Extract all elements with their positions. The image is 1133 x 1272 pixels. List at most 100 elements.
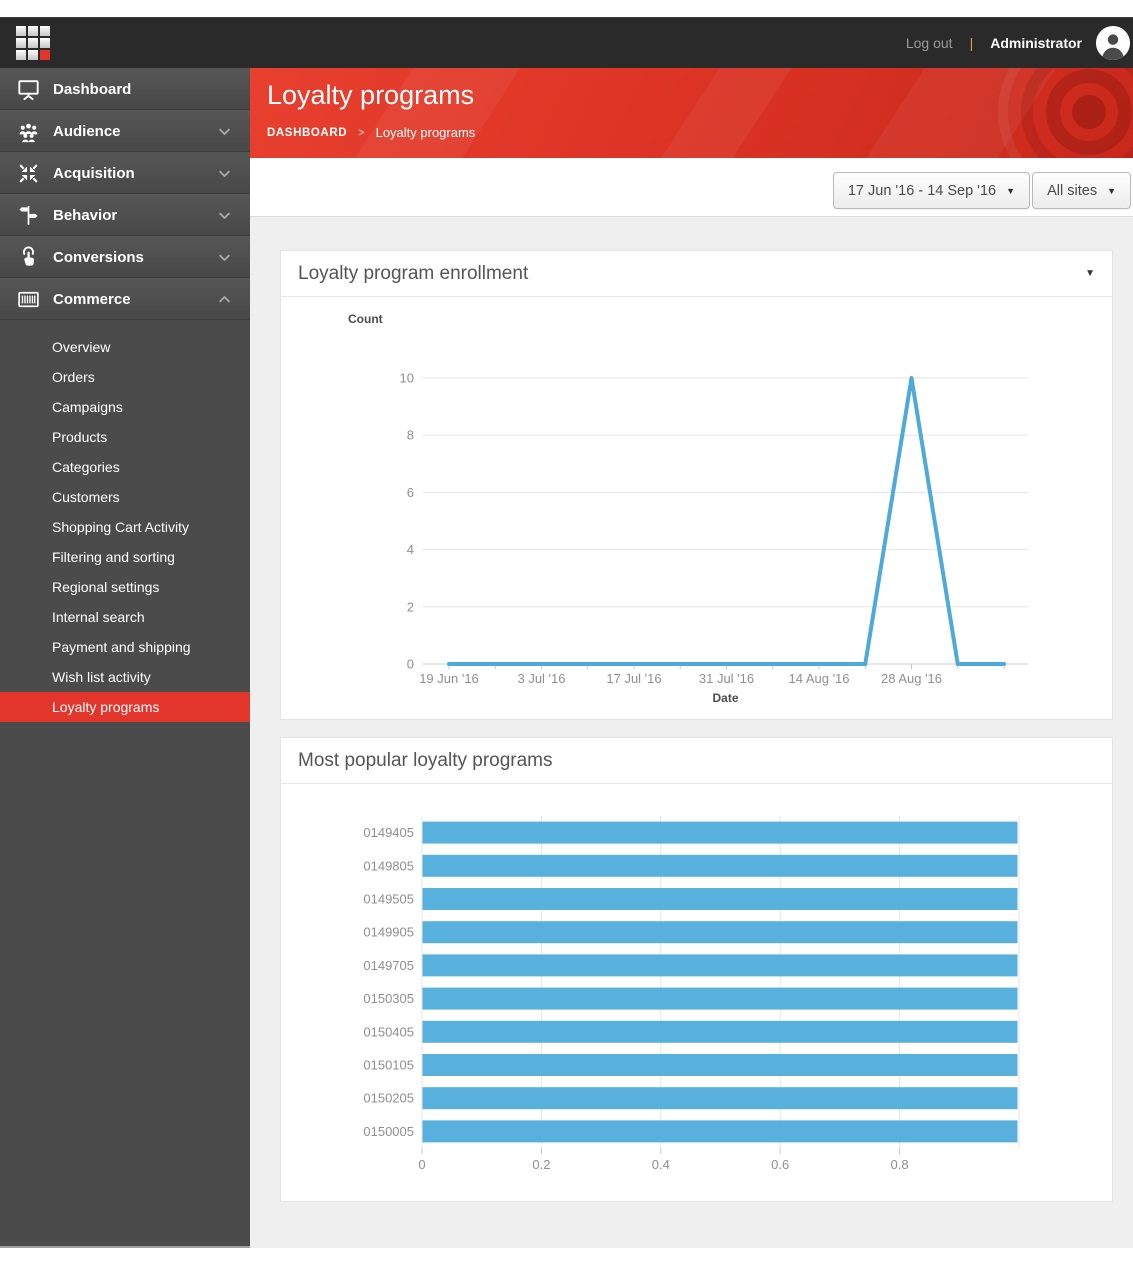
- svg-text:0149705: 0149705: [363, 958, 414, 973]
- sidebar-subitem-internal-search[interactable]: Internal search: [0, 602, 250, 632]
- logout-link[interactable]: Log out: [906, 35, 953, 51]
- sidebar-item-label: Audience: [53, 123, 217, 140]
- chevron-down-icon: [217, 166, 232, 181]
- svg-text:19 Jun '16: 19 Jun '16: [419, 671, 479, 686]
- topbar-right: Log out | Administrator: [906, 26, 1133, 60]
- svg-text:14 Aug '16: 14 Aug '16: [788, 671, 849, 686]
- svg-text:0150105: 0150105: [363, 1058, 414, 1073]
- page-header: Loyalty programs DASHBOARD > Loyalty pro…: [250, 68, 1133, 158]
- sidebar-subitem-customers[interactable]: Customers: [0, 482, 250, 512]
- sidebar-item-conversions[interactable]: Conversions: [0, 236, 250, 278]
- sidebar-item-acquisition[interactable]: Acquisition: [0, 152, 250, 194]
- svg-text:4: 4: [407, 542, 414, 557]
- sidebar-subitem-orders[interactable]: Orders: [0, 362, 250, 392]
- header-streak: [598, 68, 823, 158]
- svg-text:3 Jul '16: 3 Jul '16: [517, 671, 565, 686]
- breadcrumb-current: Loyalty programs: [376, 125, 476, 140]
- sidebar-item-label: Behavior: [53, 207, 217, 224]
- audience-icon: [15, 118, 41, 144]
- svg-text:0149905: 0149905: [363, 925, 414, 940]
- svg-text:0149405: 0149405: [363, 825, 414, 840]
- conversions-icon: [15, 244, 41, 270]
- svg-text:0150305: 0150305: [363, 991, 414, 1006]
- topbar-separator: |: [970, 35, 974, 51]
- breadcrumb-dashboard-link[interactable]: DASHBOARD: [267, 127, 347, 139]
- panel-collapse-icon[interactable]: ▼: [1085, 268, 1095, 279]
- enrollment-panel-title: Loyalty program enrollment: [298, 263, 528, 285]
- commerce-submenu: OverviewOrdersCampaignsProductsCategorie…: [0, 320, 250, 722]
- sidebar-subitem-campaigns[interactable]: Campaigns: [0, 392, 250, 422]
- enrollment-line-chart: 0 2 4 6 8 10 19 Jun '16 3 Jul '16 17 Jul '16 31 J…: [281, 297, 1112, 719]
- breadcrumb-separator: >: [358, 127, 364, 139]
- app-menu-icon[interactable]: [16, 26, 50, 60]
- svg-text:2: 2: [407, 599, 414, 614]
- svg-text:0.6: 0.6: [771, 1157, 789, 1172]
- svg-text:0.8: 0.8: [891, 1157, 909, 1172]
- sidebar-item-commerce[interactable]: Commerce: [0, 278, 250, 320]
- chevron-down-icon: [217, 124, 232, 139]
- popular-programs-panel: Most popular loyalty programs 0 0.2 0.4 0.6…: [280, 737, 1113, 1202]
- page-root: Log out | Administrator Dashboard Audienc…: [0, 0, 1133, 1272]
- acquisition-icon: [15, 160, 41, 186]
- sidebar-subitem-overview[interactable]: Overview: [0, 332, 250, 362]
- date-range-value: 17 Jun '16 - 14 Sep '16: [848, 183, 996, 199]
- popular-programs-panel-header: Most popular loyalty programs: [281, 738, 1112, 784]
- avatar[interactable]: [1096, 26, 1130, 60]
- svg-text:17 Jul '16: 17 Jul '16: [606, 671, 661, 686]
- username-link[interactable]: Administrator: [990, 35, 1082, 51]
- user-icon: [1096, 26, 1130, 60]
- svg-text:28 Aug '16: 28 Aug '16: [881, 671, 942, 686]
- page-title: Loyalty programs: [267, 80, 474, 111]
- sidebar-subitem-wish-list-activity[interactable]: Wish list activity: [0, 662, 250, 692]
- chevron-up-icon: [217, 292, 232, 307]
- main-content: Loyalty program enrollment ▼ 0 2 4 6 8 10 19 J…: [250, 217, 1133, 1248]
- svg-text:0: 0: [407, 657, 414, 672]
- sidebar-item-behavior[interactable]: Behavior: [0, 194, 250, 236]
- breadcrumb: DASHBOARD > Loyalty programs: [267, 125, 475, 140]
- sidebar-subitem-shopping-cart-activity[interactable]: Shopping Cart Activity: [0, 512, 250, 542]
- sidebar-item-label: Commerce: [53, 291, 217, 308]
- chevron-down-icon: ▼: [1107, 186, 1116, 196]
- sidebar-item-audience[interactable]: Audience: [0, 110, 250, 152]
- svg-text:0.4: 0.4: [652, 1157, 670, 1172]
- sidebar: Dashboard Audience Acquisition Behavior Conv…: [0, 68, 250, 1248]
- sidebar-item-dashboard[interactable]: Dashboard: [0, 68, 250, 110]
- svg-text:6: 6: [407, 485, 414, 500]
- sidebar-subitem-payment-and-shipping[interactable]: Payment and shipping: [0, 632, 250, 662]
- svg-text:0.2: 0.2: [532, 1157, 550, 1172]
- header-circles-decor: [893, 68, 1133, 158]
- filter-bar: 17 Jun '16 - 14 Sep '16 ▼ All sites ▼: [250, 158, 1133, 217]
- sidebar-subitem-regional-settings[interactable]: Regional settings: [0, 572, 250, 602]
- sidebar-subitem-categories[interactable]: Categories: [0, 452, 250, 482]
- sidebar-subitem-filtering-and-sorting[interactable]: Filtering and sorting: [0, 542, 250, 572]
- popular-programs-bar-chart: 0 0.2 0.4 0.6 0.8 0149405 0149805 0149505 014990…: [281, 784, 1112, 1201]
- chevron-down-icon: ▼: [1006, 186, 1015, 196]
- svg-text:0150405: 0150405: [363, 1024, 414, 1039]
- svg-text:0149505: 0149505: [363, 892, 414, 907]
- popular-programs-panel-title: Most popular loyalty programs: [298, 750, 553, 772]
- date-range-dropdown[interactable]: 17 Jun '16 - 14 Sep '16 ▼: [833, 172, 1030, 209]
- svg-text:31 Jul '16: 31 Jul '16: [699, 671, 754, 686]
- svg-text:Count: Count: [348, 312, 383, 326]
- sidebar-item-label: Conversions: [53, 249, 217, 266]
- svg-text:0150205: 0150205: [363, 1091, 414, 1106]
- site-value: All sites: [1047, 183, 1097, 199]
- sidebar-item-label: Dashboard: [53, 81, 250, 98]
- sidebar-subitem-products[interactable]: Products: [0, 422, 250, 452]
- site-dropdown[interactable]: All sites ▼: [1032, 172, 1131, 209]
- svg-text:10: 10: [400, 371, 414, 386]
- svg-text:0: 0: [418, 1157, 425, 1172]
- svg-text:0150005: 0150005: [363, 1124, 414, 1139]
- dashboard-icon: [15, 76, 41, 102]
- svg-text:8: 8: [407, 428, 414, 443]
- chevron-down-icon: [217, 250, 232, 265]
- sidebar-item-label: Acquisition: [53, 165, 217, 182]
- svg-text:Date: Date: [712, 691, 738, 705]
- enrollment-panel-header: Loyalty program enrollment ▼: [281, 251, 1112, 297]
- sidebar-subitem-loyalty-programs[interactable]: Loyalty programs: [0, 692, 250, 722]
- svg-text:0149805: 0149805: [363, 858, 414, 873]
- chevron-down-icon: [217, 208, 232, 223]
- enrollment-panel: Loyalty program enrollment ▼ 0 2 4 6 8 10 19 J…: [280, 250, 1113, 720]
- commerce-icon: [15, 286, 41, 312]
- behavior-icon: [15, 202, 41, 228]
